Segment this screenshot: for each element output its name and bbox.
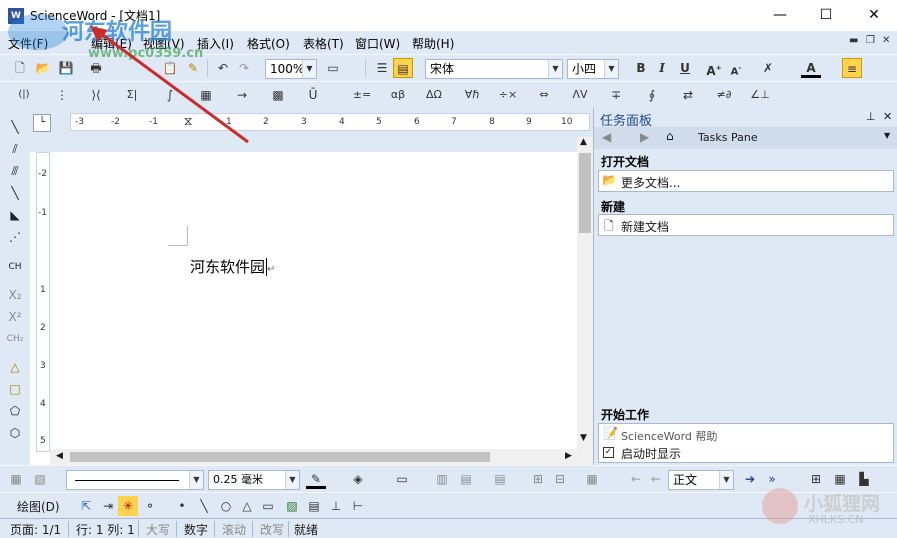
arrow-head-icon [90, 26, 108, 42]
annotation-arrow-icon [95, 28, 249, 144]
watermark-brand-url: XHLKS.CN [808, 513, 864, 526]
annotation-arrow-layer [90, 26, 249, 144]
fox-logo-icon [762, 488, 798, 524]
watermark-brand: 小狐狸网 [804, 493, 881, 515]
